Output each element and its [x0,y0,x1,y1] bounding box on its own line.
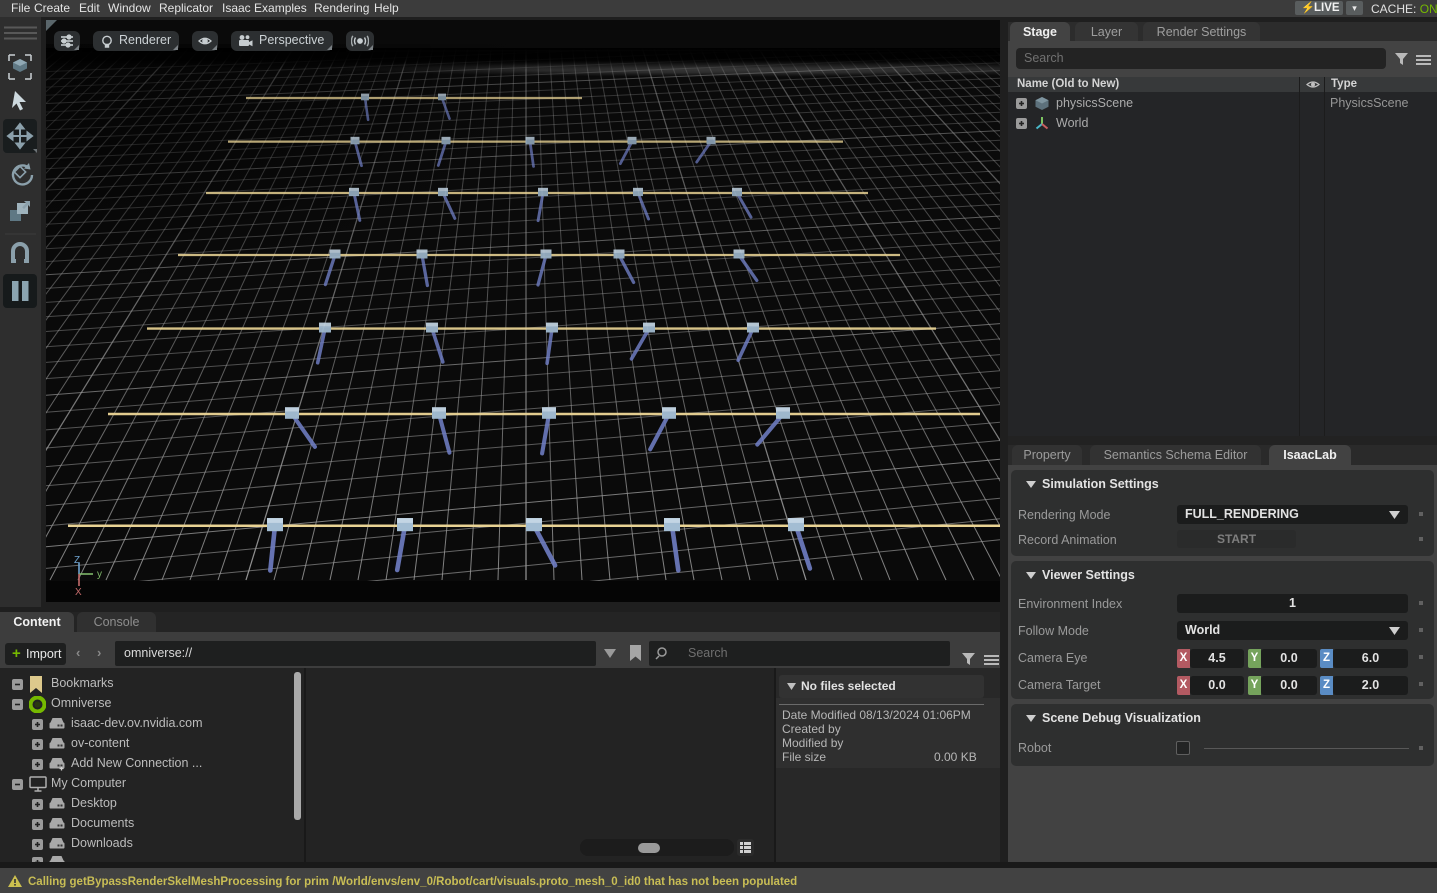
svg-text:y: y [97,569,102,580]
svg-text:Z: Z [74,555,80,566]
svg-text:X: X [75,587,82,598]
